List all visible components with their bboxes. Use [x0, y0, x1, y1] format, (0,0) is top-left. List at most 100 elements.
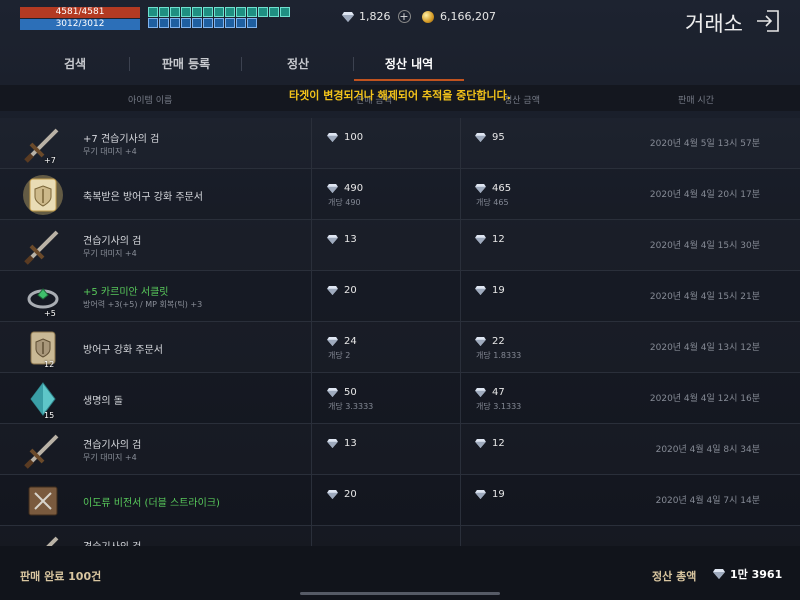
sale-price: 13	[327, 438, 357, 449]
sale-time: 2020년 4월 4일 15시 30분	[649, 241, 760, 251]
column-divider	[460, 475, 461, 525]
sale-time: 2020년 4월 4일 15시 21분	[649, 292, 760, 302]
sale-time: 2020년 4월 4일 7시 14분	[655, 496, 760, 506]
status-bars: 4581/4581 3012/3012	[20, 7, 140, 31]
sale-time: 2020년 4월 5일 13시 57분	[649, 139, 760, 149]
tab-search[interactable]: 검색	[20, 48, 130, 80]
column-divider	[460, 526, 461, 546]
settle-amount: 47	[475, 387, 505, 398]
diamond-icon	[475, 439, 486, 448]
tab-settle-history[interactable]: 정산 내역	[354, 48, 464, 81]
settle-amount: 19	[475, 489, 505, 500]
item-stat: 무기 대미지 +4	[83, 147, 137, 156]
item-stat: 무기 대미지 +4	[83, 453, 137, 462]
sale-price-value: 24	[344, 336, 357, 347]
table-row[interactable]: 견습기사의 검 무기 대미지 +4 13 12 2020년 4월 4일 8시 3…	[0, 424, 800, 475]
buff-icon	[214, 7, 224, 17]
sword-icon	[21, 122, 65, 166]
buff-icon	[159, 18, 169, 28]
hp-bar: 4581/4581	[20, 7, 140, 18]
buff-icon	[170, 18, 180, 28]
table-row[interactable]: 15 생명의 돌 50 개당 3.3333 47 개당 3.1333 2020년…	[0, 373, 800, 424]
spellbook-icon	[21, 479, 65, 523]
sale-time: 2020년 4월 4일 12시 16분	[649, 394, 760, 404]
item-count: +7	[44, 156, 56, 165]
diamond-icon	[327, 133, 338, 142]
tab-bar: 검색 판매 등록 정산 정산 내역	[20, 48, 780, 81]
sale-price-value: 490	[344, 183, 364, 194]
sale-time: 2020년 4월 4일 20시 17분	[649, 190, 760, 200]
diamond-icon	[327, 286, 338, 295]
item-name: 축복받은 방어구 강화 주문서	[83, 192, 203, 203]
column-divider	[460, 220, 461, 270]
table-row[interactable]: +7 +7 견습기사의 검 무기 대미지 +4 100 95 2020년 4월 …	[0, 118, 800, 169]
column-divider	[311, 169, 312, 219]
settle-amount-value: 12	[492, 438, 505, 449]
column-divider	[311, 373, 312, 423]
item-count: +5	[44, 309, 56, 318]
buff-icon	[192, 18, 202, 28]
column-divider	[311, 424, 312, 474]
item-name: 견습기사의 검	[83, 236, 142, 247]
table-row[interactable]: 축복받은 방어구 강화 주문서 490 개당 490 465 개당 465 20…	[0, 169, 800, 220]
tab-settle[interactable]: 정산	[242, 48, 354, 80]
diamond-icon	[327, 184, 338, 193]
buff-icon	[148, 7, 158, 17]
diamond-icon	[713, 569, 725, 579]
table-row[interactable]: +5 +5 카르미안 서클릿 방어력 +3(+5) / MP 회복(틱) +3 …	[0, 271, 800, 322]
settle-amount-value: 465	[492, 183, 512, 194]
sale-price-value: 20	[344, 285, 357, 296]
settle-amount: 12	[475, 438, 505, 449]
item-stat: 방어력 +3(+5) / MP 회복(틱) +3	[83, 300, 203, 309]
buff-icon	[159, 7, 169, 17]
sale-price-value: 13	[344, 234, 357, 245]
sale-price: 13	[327, 234, 357, 245]
exit-icon[interactable]	[756, 10, 780, 32]
table-row[interactable]: 12 방어구 강화 주문서 24 개당 2 22 개당 1.8333 2020년…	[0, 322, 800, 373]
settle-amount-value: 19	[492, 489, 505, 500]
mp-bar: 3012/3012	[20, 19, 140, 30]
column-divider	[460, 169, 461, 219]
buff-icon	[236, 18, 246, 28]
item-count: 12	[44, 360, 55, 369]
table-row[interactable]: 견습기사의 검	[0, 526, 800, 546]
table-row[interactable]: 견습기사의 검 무기 대미지 +4 13 12 2020년 4월 4일 15시 …	[0, 220, 800, 271]
item-name: 방어구 강화 주문서	[83, 345, 163, 356]
sale-time: 2020년 4월 4일 13시 12분	[649, 343, 760, 353]
table-row[interactable]: 이도류 비전서 (더블 스트라이크) 20 19 2020년 4월 4일 7시 …	[0, 475, 800, 526]
sword-icon	[21, 428, 65, 472]
settlement-list[interactable]: +7 +7 견습기사의 검 무기 대미지 +4 100 95 2020년 4월 …	[0, 118, 800, 546]
column-divider	[460, 271, 461, 321]
scroll-handle[interactable]	[300, 592, 500, 595]
item-name: 견습기사의 검	[83, 440, 142, 451]
buff-icon	[247, 7, 257, 17]
settle-total: 1만 3961	[713, 566, 782, 582]
add-diamonds-button[interactable]: +	[397, 10, 411, 23]
settle-amount-value: 47	[492, 387, 505, 398]
page-title: 거래소	[685, 12, 743, 36]
item-stat: 무기 대미지 +4	[83, 249, 137, 258]
buff-icon	[225, 7, 235, 17]
settle-unit-price: 개당 3.1333	[476, 402, 522, 411]
blessed-scroll-icon	[21, 173, 65, 217]
buff-icon	[258, 7, 268, 17]
diamond-icon	[475, 388, 486, 397]
sale-time: 2020년 4월 4일 8시 34분	[655, 445, 760, 455]
tab-register-sale[interactable]: 판매 등록	[130, 48, 242, 80]
settle-unit-price: 개당 1.8333	[476, 351, 522, 360]
sword-icon	[21, 530, 65, 546]
settle-amount: 12	[475, 234, 505, 245]
sale-price: 50	[327, 387, 357, 398]
item-count: 15	[44, 411, 55, 420]
sale-price-value: 100	[344, 132, 364, 143]
sale-price: 20	[327, 489, 357, 500]
sword-icon	[21, 224, 65, 268]
settle-unit-price: 개당 465	[476, 198, 509, 207]
column-divider	[311, 322, 312, 372]
settle-amount: 22	[475, 336, 505, 347]
diamond-icon	[475, 235, 486, 244]
buff-icon	[192, 7, 202, 17]
column-divider	[311, 271, 312, 321]
gold-balance: 6,166,207	[422, 10, 496, 23]
buff-icon	[269, 7, 279, 17]
